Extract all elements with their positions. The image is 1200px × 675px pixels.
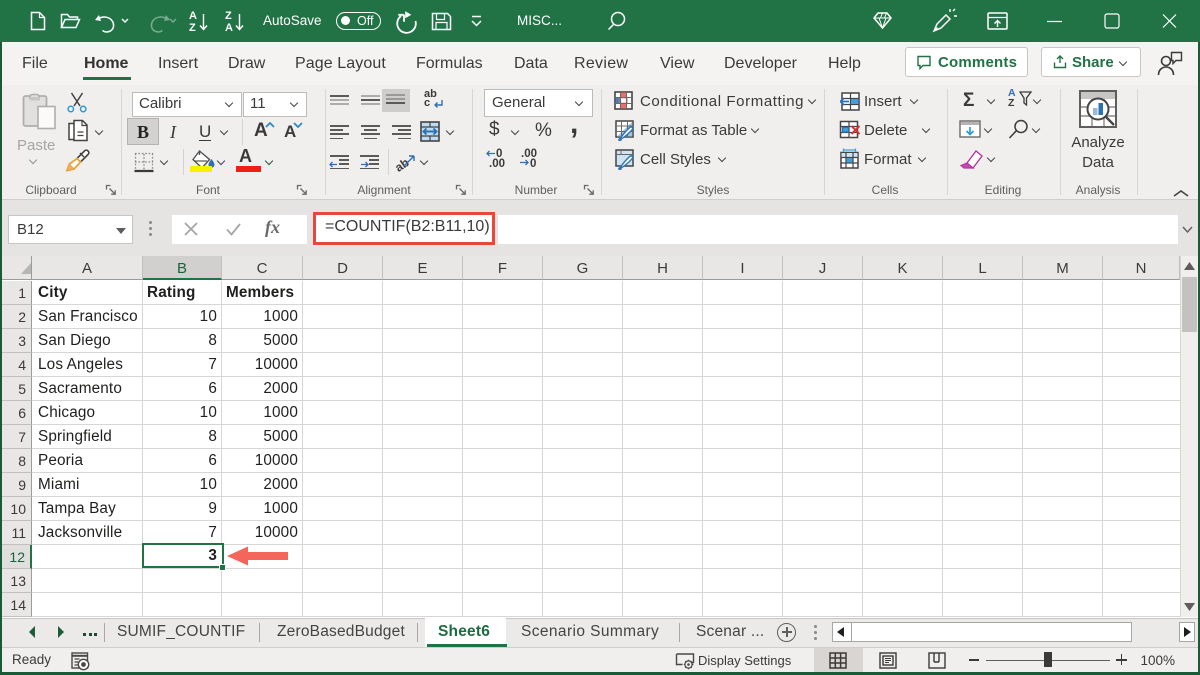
svg-text:A: A [225,22,233,34]
svg-text:Z: Z [189,22,196,34]
svg-text:Z: Z [225,10,232,22]
svg-text:A: A [189,10,197,22]
